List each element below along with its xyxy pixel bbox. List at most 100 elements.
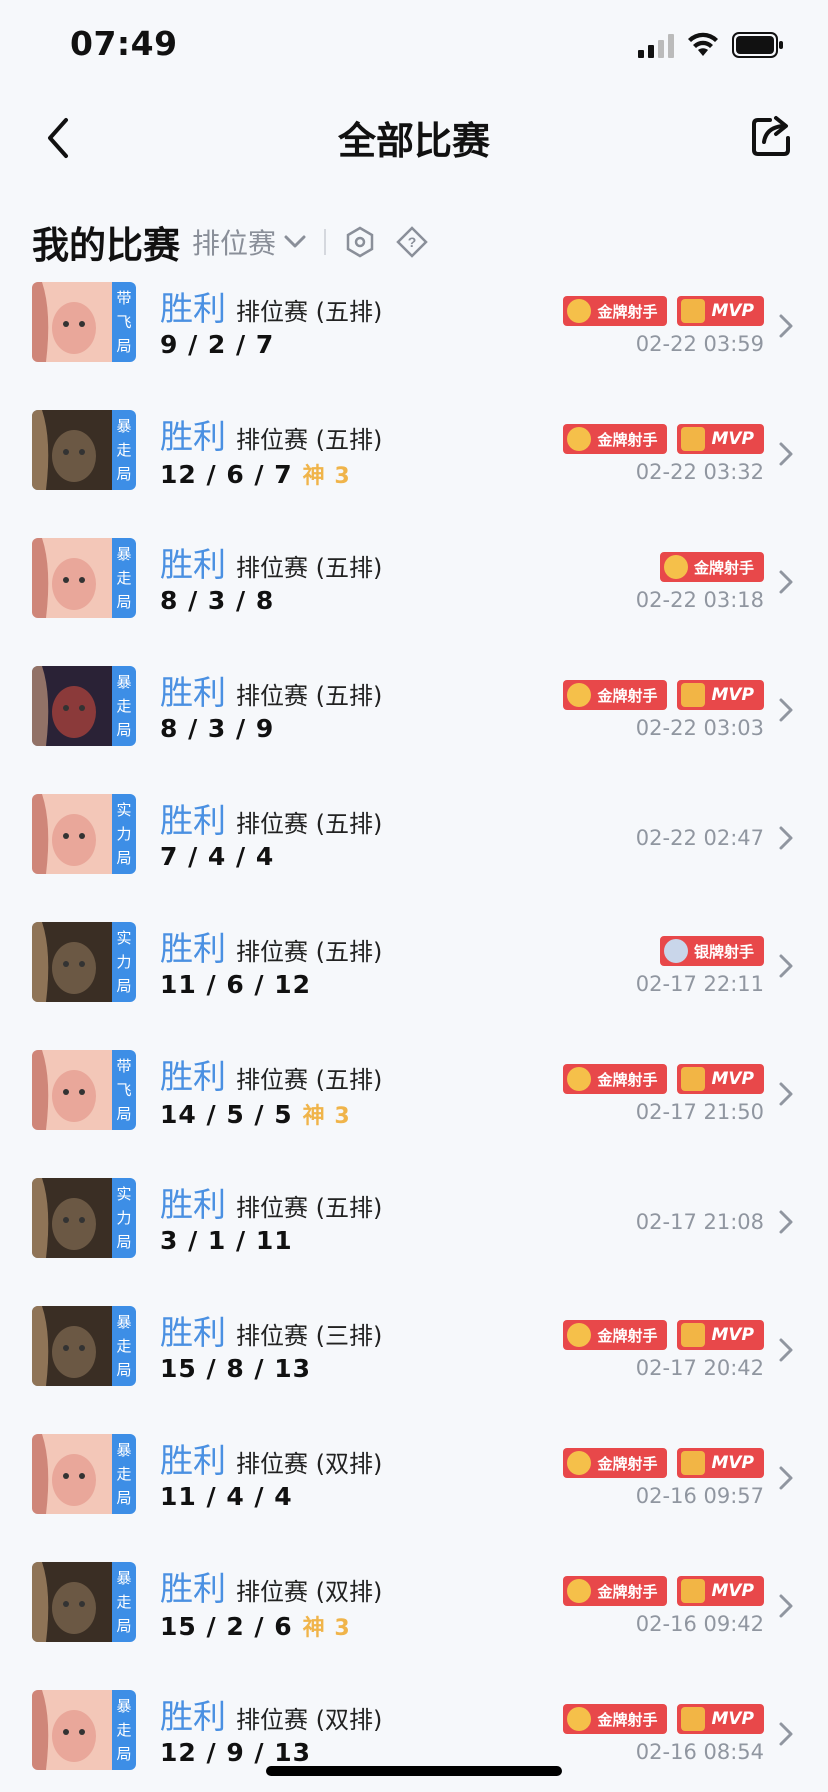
medal-icon xyxy=(567,1579,592,1603)
medal-icon xyxy=(567,1451,592,1475)
chevron-right-icon xyxy=(779,1722,793,1746)
hexagon-settings-icon[interactable] xyxy=(344,226,376,258)
chevron-right-icon xyxy=(779,570,793,594)
mode-tag-char: 走 xyxy=(116,441,132,459)
match-row[interactable]: 暴走局 胜利 排位赛 (三排) 15 / 8 / 13 金牌射手 MVP 02-1… xyxy=(0,1304,828,1432)
battery-icon xyxy=(732,32,783,58)
mode-tag-char: 暴 xyxy=(116,1313,132,1331)
badge-group: 金牌射手 MVP xyxy=(563,1320,764,1352)
hero-avatar: 带飞局 xyxy=(32,282,136,362)
match-time: 02-22 03:18 xyxy=(635,588,764,612)
kda-value: 9 / 2 / 7 xyxy=(160,330,275,359)
hero-portrait-icon xyxy=(32,282,112,362)
badge-group: 金牌射手 MVP xyxy=(563,1064,764,1096)
mode-tag: 实力局 xyxy=(112,1178,136,1258)
badge-label: MVP xyxy=(711,1581,754,1601)
gold-shooter-badge: 金牌射手 xyxy=(563,1064,668,1094)
hero-avatar: 暴走局 xyxy=(32,1562,136,1642)
trophy-icon xyxy=(681,1067,706,1091)
result-text: 胜利 xyxy=(160,1185,226,1224)
mode-tag: 暴走局 xyxy=(112,1306,136,1386)
match-time: 02-22 03:59 xyxy=(635,332,764,356)
trophy-icon xyxy=(681,683,706,707)
hero-portrait-icon xyxy=(32,666,112,746)
badge-label: MVP xyxy=(711,429,754,449)
mvp-badge: MVP xyxy=(677,1064,764,1094)
gold-shooter-badge: 金牌射手 xyxy=(563,680,668,710)
share-icon[interactable] xyxy=(748,110,796,162)
hero-avatar: 实力局 xyxy=(32,1178,136,1258)
match-row[interactable]: 实力局 胜利 排位赛 (五排) 7 / 4 / 4 02-22 02:47 xyxy=(0,792,828,920)
gold-shooter-badge: 金牌射手 xyxy=(563,1320,668,1350)
badge-group: 金牌射手 MVP xyxy=(563,1448,764,1480)
match-row[interactable]: 实力局 胜利 排位赛 (五排) 3 / 1 / 11 02-17 21:08 xyxy=(0,1176,828,1304)
hero-portrait-icon xyxy=(32,410,112,490)
mode-tag-char: 局 xyxy=(116,465,132,483)
match-row[interactable]: 暴走局 胜利 排位赛 (双排) 12 / 9 / 13 金牌射手 MVP 02-1… xyxy=(0,1688,828,1792)
mode-tag-char: 飞 xyxy=(116,1081,132,1099)
match-type: 排位赛 (五排) xyxy=(236,810,383,838)
match-row[interactable]: 实力局 胜利 排位赛 (五排) 11 / 6 / 12 银牌射手 02-17 2… xyxy=(0,920,828,1048)
hero-avatar: 暴走局 xyxy=(32,666,136,746)
hero-portrait-icon xyxy=(32,1050,112,1130)
streak-label: 神 3 xyxy=(302,464,351,489)
kda-value: 11 / 4 / 4 xyxy=(160,1482,293,1511)
mode-tag-char: 局 xyxy=(116,1105,132,1123)
result-text: 胜利 xyxy=(160,1313,226,1352)
trophy-icon xyxy=(681,1707,706,1731)
help-diamond-icon[interactable]: ? xyxy=(396,226,428,258)
medal-icon xyxy=(567,427,592,451)
chevron-right-icon xyxy=(779,954,793,978)
match-type: 排位赛 (五排) xyxy=(236,1066,383,1094)
match-row[interactable]: 带飞局 胜利 排位赛 (五排) 14 / 5 / 5 神 3 金牌射手 MVP 02… xyxy=(0,1048,828,1176)
mvp-badge: MVP xyxy=(677,1576,764,1606)
mode-tag-char: 实 xyxy=(116,1185,132,1203)
mode-tag-char: 局 xyxy=(116,337,132,355)
result-text: 胜利 xyxy=(160,1569,226,1608)
mode-tag: 带飞局 xyxy=(112,1050,136,1130)
mode-tag-char: 力 xyxy=(116,1209,132,1227)
badge-group: 金牌射手 MVP xyxy=(563,424,764,456)
badge-label: 金牌射手 xyxy=(597,686,658,705)
match-row[interactable]: 暴走局 胜利 排位赛 (五排) 8 / 3 / 8 金牌射手 02-22 03:… xyxy=(0,536,828,664)
kda-score: 8 / 3 / 9 xyxy=(160,714,284,743)
cellular-signal-icon xyxy=(638,34,674,58)
result-text: 胜利 xyxy=(160,417,226,456)
badge-group: 金牌射手 MVP xyxy=(563,296,764,328)
match-time: 02-17 21:50 xyxy=(635,1100,764,1124)
mvp-badge: MVP xyxy=(677,680,764,710)
gold-shooter-badge: 金牌射手 xyxy=(659,552,764,582)
match-row[interactable]: 带飞局 胜利 排位赛 (五排) 9 / 2 / 7 金牌射手 MVP 02-22 … xyxy=(0,280,828,408)
badge-group: 金牌射手 xyxy=(659,552,764,584)
mode-tag-char: 局 xyxy=(116,593,132,611)
hero-avatar: 实力局 xyxy=(32,794,136,874)
result-text: 胜利 xyxy=(160,289,226,328)
hero-portrait-icon xyxy=(32,1562,112,1642)
kda-score: 7 / 4 / 4 xyxy=(160,842,284,871)
gold-shooter-badge: 金牌射手 xyxy=(563,424,668,454)
match-type: 排位赛 (五排) xyxy=(236,1194,383,1222)
hero-portrait-icon xyxy=(32,538,112,618)
match-row[interactable]: 暴走局 胜利 排位赛 (五排) 12 / 6 / 7 神 3 金牌射手 MVP 02… xyxy=(0,408,828,536)
match-type: 排位赛 (五排) xyxy=(236,682,383,710)
kda-value: 3 / 1 / 11 xyxy=(160,1226,293,1255)
mode-tag-char: 暴 xyxy=(116,417,132,435)
result-text: 胜利 xyxy=(160,1697,226,1736)
mode-tag-char: 局 xyxy=(116,1617,132,1635)
match-row[interactable]: 暴走局 胜利 排位赛 (五排) 8 / 3 / 9 金牌射手 MVP 02-22 … xyxy=(0,664,828,792)
chevron-right-icon xyxy=(779,1338,793,1362)
medal-icon xyxy=(567,299,592,323)
result-text: 胜利 xyxy=(160,801,226,840)
kda-value: 15 / 2 / 6 xyxy=(160,1612,293,1641)
match-row[interactable]: 暴走局 胜利 排位赛 (双排) 15 / 2 / 6 神 3 金牌射手 MVP 02… xyxy=(0,1560,828,1688)
mode-filter-dropdown[interactable]: 排位赛 xyxy=(192,222,306,262)
badge-label: MVP xyxy=(711,1709,754,1729)
trophy-icon xyxy=(681,427,706,451)
mvp-badge: MVP xyxy=(677,296,764,326)
mode-tag-char: 实 xyxy=(116,801,132,819)
match-time: 02-22 02:47 xyxy=(635,826,764,850)
match-row[interactable]: 暴走局 胜利 排位赛 (双排) 11 / 4 / 4 金牌射手 MVP 02-16… xyxy=(0,1432,828,1560)
hero-portrait-icon xyxy=(32,922,112,1002)
badge-label: MVP xyxy=(711,1453,754,1473)
chevron-right-icon xyxy=(779,698,793,722)
